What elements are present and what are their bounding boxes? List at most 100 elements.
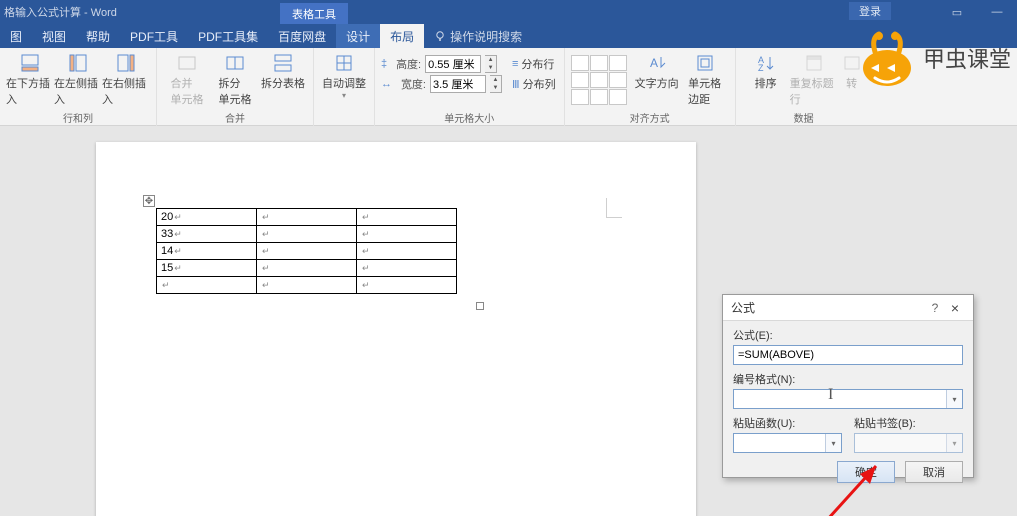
ribbon-options-icon[interactable]: ▭ [937,0,977,24]
dialog-title: 公式 [731,299,925,316]
table-cell[interactable]: 14↵ [157,243,257,260]
chevron-down-icon[interactable]: ▾ [946,390,962,408]
table-cell[interactable]: 20↵ [157,209,257,226]
table-cell[interactable]: ↵ [257,243,357,260]
table-cell[interactable]: 15↵ [157,260,257,277]
paragraph-mark-icon: ↵ [362,229,370,240]
brand-watermark: 甲虫课堂 [857,28,1011,88]
table-cell[interactable]: ↵ [357,260,457,277]
width-label: 宽度: [396,76,426,92]
text-direction-button[interactable]: A 文字方向 [633,51,681,91]
paragraph-mark-icon: ↵ [174,229,182,240]
table-cell[interactable]: ↵ [357,243,457,260]
table-cell[interactable]: ↵ [157,277,257,294]
login-button[interactable]: 登录 [849,2,891,20]
insert-left-button[interactable]: 在左侧插入 [54,51,102,107]
chevron-down-icon[interactable]: ▾ [825,434,841,452]
ok-button[interactable]: 确定 [837,461,895,483]
menu-tab-design[interactable]: 设计 [336,24,380,48]
beetle-logo-icon [857,28,917,88]
paragraph-mark-icon: ↵ [174,263,182,274]
sort-button[interactable]: AZ 排序 [742,51,790,91]
split-table-icon [273,53,293,73]
split-cells-button[interactable]: 拆分 单元格 [211,51,259,107]
repeat-header-button: 重复标题行 [790,51,838,107]
page-corner [606,198,622,218]
paragraph-mark-icon: ↵ [362,246,370,257]
insert-below-icon [20,53,40,73]
dist-cols-icon: Ⅲ [512,78,520,91]
cancel-button[interactable]: 取消 [905,461,963,483]
tell-me[interactable]: 操作说明搜索 [424,24,532,48]
group-label: 对齐方式 [630,110,670,126]
paste-func-combo[interactable]: ▾ [733,433,842,453]
dialog-close-button[interactable]: × [945,300,965,316]
paragraph-mark-icon: ↵ [162,280,170,291]
table-cell[interactable]: ↵ [257,226,357,243]
menu-tab-layout[interactable]: 布局 [380,24,424,48]
table-cell[interactable]: ↵ [357,209,457,226]
lightbulb-icon [434,30,446,42]
menu-tab[interactable]: PDF工具 [120,24,188,48]
dialog-titlebar[interactable]: 公式 ? × [723,295,973,321]
insert-right-button[interactable]: 在右侧插入 [102,51,150,107]
height-icon: ‡ [381,58,387,70]
table-cell[interactable]: ↵ [257,260,357,277]
menu-tab[interactable]: 百度网盘 [268,24,336,48]
paragraph-mark-icon: ↵ [362,212,370,223]
formula-dialog: 公式 ? × 公式(E): 编号格式(N): ▾ 粘贴函数(U): ▾ 粘贴书签… [722,294,974,478]
group-alignment: A 文字方向 单元格 边距 对齐方式 [565,48,736,126]
menu-tab[interactable]: PDF工具集 [188,24,268,48]
dist-rows-icon: ≡ [512,58,518,70]
table-cell[interactable]: ↵ [357,226,457,243]
width-icon: ↔ [381,78,392,90]
merge-cells-button: 合并 单元格 [163,51,211,107]
table-resize-handle[interactable] [476,302,484,310]
minimize-button[interactable]: — [977,0,1017,24]
table-cell[interactable]: ↵ [357,277,457,294]
align-grid[interactable] [571,51,627,105]
table-tools-title: 表格工具 [280,3,348,24]
split-table-button[interactable]: 拆分表格 [259,51,307,91]
window-title: 格输入公式计算 - Word [0,4,117,20]
menu-tab[interactable]: 视图 [32,24,76,48]
group-label: 数据 [794,110,814,126]
width-input[interactable] [430,75,486,93]
table-cell[interactable]: ↵ [257,277,357,294]
svg-text:A: A [650,56,658,70]
paste-bookmark-combo[interactable]: ▾ [854,433,963,453]
insert-below-button[interactable]: 在下方插入 [6,51,54,107]
page: ✥ 20↵↵↵33↵↵↵14↵↵↵15↵↵↵↵↵↵ [96,142,696,516]
table-cell[interactable]: ↵ [257,209,357,226]
height-spinner[interactable]: ▲▼ [485,55,497,73]
table-cell[interactable]: 33↵ [157,226,257,243]
autofit-icon [334,53,354,73]
formula-input[interactable] [733,345,963,365]
dist-cols-button[interactable]: Ⅲ分布列 [510,75,558,93]
height-input[interactable] [425,55,481,73]
width-spinner[interactable]: ▲▼ [490,75,502,93]
chevron-down-icon: ▾ [946,434,962,452]
paragraph-mark-icon: ↵ [362,263,370,274]
autofit-button[interactable]: 自动调整 ▾ [320,51,368,100]
num-format-combo[interactable]: ▾ [733,389,963,409]
svg-text:Z: Z [758,63,764,73]
group-autofit: 自动调整 ▾ [314,48,375,126]
text-direction-icon: A [647,53,667,73]
group-label: 单元格大小 [444,110,494,126]
menu-tab[interactable]: 帮助 [76,24,120,48]
cell-margins-button[interactable]: 单元格 边距 [681,51,729,107]
group-label: 合并 [225,110,245,126]
table-move-handle[interactable]: ✥ [143,195,155,207]
paragraph-mark-icon: ↵ [262,229,270,240]
group-label: 行和列 [63,110,93,126]
height-label: 高度: [391,56,421,72]
paragraph-mark-icon: ↵ [362,280,370,291]
dist-rows-button[interactable]: ≡分布行 [510,55,558,73]
menu-tab[interactable]: 图 [0,24,32,48]
cell-margins-icon [695,53,715,73]
dialog-help-button[interactable]: ? [925,301,945,315]
paragraph-mark-icon: ↵ [174,246,182,257]
chevron-down-icon: ▾ [342,91,346,100]
word-table[interactable]: 20↵↵↵33↵↵↵14↵↵↵15↵↵↵↵↵↵ [156,208,457,294]
